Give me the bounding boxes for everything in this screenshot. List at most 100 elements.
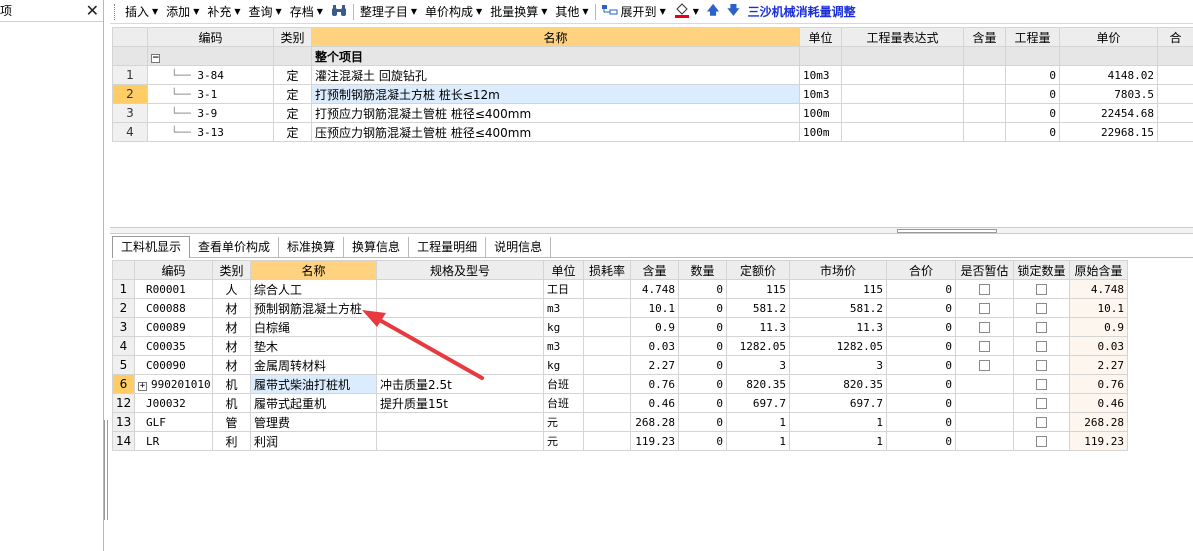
- tab-4[interactable]: 工程量明细: [409, 237, 487, 257]
- resource-code[interactable]: J00032: [134, 393, 213, 413]
- resource-loss-rate[interactable]: [583, 355, 631, 375]
- resource-header-4[interactable]: 单位: [543, 260, 584, 280]
- collapse-icon[interactable]: −: [151, 54, 160, 63]
- lock-cell[interactable]: [1013, 279, 1070, 299]
- expand-icon[interactable]: +: [138, 381, 147, 391]
- resource-content[interactable]: 0.03: [630, 336, 679, 356]
- resource-type[interactable]: 管: [212, 412, 251, 432]
- estimate-cell[interactable]: [955, 374, 1014, 394]
- row-number[interactable]: 3: [112, 317, 135, 337]
- header-unit[interactable]: 单位: [799, 27, 842, 47]
- resource-quota-price[interactable]: 697.7: [726, 393, 790, 413]
- resource-unit[interactable]: m3: [543, 298, 584, 318]
- quota-code[interactable]: └── 3-9: [147, 103, 274, 123]
- lock-quantity-checkbox[interactable]: [1036, 360, 1047, 371]
- resource-quota-price[interactable]: 820.35: [726, 374, 790, 394]
- resource-code[interactable]: C00090: [134, 355, 213, 375]
- resource-header-2[interactable]: 名称: [250, 260, 377, 280]
- quota-code[interactable]: └── 3-1: [147, 84, 274, 104]
- resource-quota-price[interactable]: 581.2: [726, 298, 790, 318]
- quota-total[interactable]: [1157, 84, 1193, 104]
- resource-content[interactable]: 10.1: [630, 298, 679, 318]
- resource-unit[interactable]: 台班: [543, 393, 584, 413]
- quota-row[interactable]: 4 └── 3-13 定压预应力钢筋混凝土管桩 桩径≤400mm 100m 0 2296…: [112, 122, 1193, 142]
- resource-original-content[interactable]: 10.1: [1069, 298, 1128, 318]
- resource-spec[interactable]: [376, 412, 544, 432]
- tab-2[interactable]: 标准换算: [279, 237, 345, 257]
- quota-type[interactable]: 定: [273, 65, 312, 85]
- resource-header-12[interactable]: 锁定数量: [1013, 260, 1070, 280]
- tab-0[interactable]: 工料机显示: [112, 236, 191, 258]
- resource-market-price[interactable]: 1: [789, 412, 887, 432]
- resource-total[interactable]: 0: [886, 412, 956, 432]
- resource-header-5[interactable]: 损耗率: [583, 260, 631, 280]
- header-expression[interactable]: 工程量表达式: [841, 27, 964, 47]
- quota-unit-price[interactable]: 7803.5: [1059, 84, 1158, 104]
- paint-bucket-button[interactable]: ▼: [670, 1, 703, 23]
- resource-quantity[interactable]: 0: [678, 393, 727, 413]
- resource-content[interactable]: 2.27: [630, 355, 679, 375]
- resource-code[interactable]: C00035: [134, 336, 213, 356]
- resource-spec[interactable]: [376, 279, 544, 299]
- resource-header-10[interactable]: 合价: [886, 260, 956, 280]
- resource-name[interactable]: 利润: [250, 431, 377, 451]
- resource-spec[interactable]: [376, 431, 544, 451]
- lock-quantity-checkbox[interactable]: [1036, 322, 1047, 333]
- resource-code[interactable]: C00089: [134, 317, 213, 337]
- resource-code[interactable]: C00088: [134, 298, 213, 318]
- quota-expression[interactable]: [841, 84, 964, 104]
- quota-expression[interactable]: [841, 103, 964, 123]
- batch-convert-menu[interactable]: 批量换算 ▼: [486, 1, 551, 23]
- quota-type[interactable]: 定: [273, 122, 312, 142]
- resource-content[interactable]: 119.23: [630, 431, 679, 451]
- resource-original-content[interactable]: 0.46: [1069, 393, 1128, 413]
- estimate-cell[interactable]: [955, 412, 1014, 432]
- resource-loss-rate[interactable]: [583, 374, 631, 394]
- quota-unit[interactable]: 100m: [799, 103, 842, 123]
- quota-row[interactable]: 2 └── 3-1 定打预制钢筋混凝土方桩 桩长≤12m 10m3 0 7803.5: [112, 84, 1193, 104]
- header-name[interactable]: 名称: [311, 27, 800, 47]
- resource-code[interactable]: LR: [134, 431, 213, 451]
- resource-original-content[interactable]: 268.28: [1069, 412, 1128, 432]
- row-number[interactable]: 6: [112, 374, 135, 394]
- resource-spec[interactable]: [376, 336, 544, 356]
- resource-spec[interactable]: [376, 298, 544, 318]
- header-content[interactable]: 含量: [963, 27, 1006, 47]
- resource-row[interactable]: 6 +990201010 机履带式柴油打桩机 冲击质量2.5t 台班 0.76 0 820.3…: [112, 374, 1128, 394]
- quota-expression[interactable]: [841, 65, 964, 85]
- collapse-cell[interactable]: −: [147, 46, 274, 66]
- quota-unit[interactable]: 10m3: [799, 65, 842, 85]
- estimate-cell[interactable]: [955, 317, 1014, 337]
- resource-original-content[interactable]: 2.27: [1069, 355, 1128, 375]
- resource-loss-rate[interactable]: [583, 317, 631, 337]
- quota-name[interactable]: 打预制钢筋混凝土方桩 桩长≤12m: [311, 84, 800, 104]
- resource-type[interactable]: 机: [212, 393, 251, 413]
- resource-original-content[interactable]: 0.9: [1069, 317, 1128, 337]
- resource-row[interactable]: 14 LR 利利润元 119.23 0 1 1 0 119.23: [112, 431, 1128, 451]
- vertical-splitter-grip[interactable]: [104, 420, 108, 520]
- resource-market-price[interactable]: 581.2: [789, 298, 887, 318]
- resource-type[interactable]: 材: [212, 355, 251, 375]
- resource-quota-price[interactable]: 1282.05: [726, 336, 790, 356]
- resource-unit[interactable]: m3: [543, 336, 584, 356]
- resource-name[interactable]: 履带式起重机: [250, 393, 377, 413]
- row-number[interactable]: 2: [112, 84, 148, 104]
- resource-total[interactable]: 0: [886, 393, 956, 413]
- estimate-cell[interactable]: [955, 355, 1014, 375]
- lock-cell[interactable]: [1013, 393, 1070, 413]
- row-number[interactable]: 12: [112, 393, 135, 413]
- header-type[interactable]: 类别: [273, 27, 312, 47]
- row-number[interactable]: 4: [112, 122, 148, 142]
- expand-to-menu[interactable]: 展开到 ▼: [598, 1, 670, 23]
- lock-cell[interactable]: [1013, 412, 1070, 432]
- quota-quantity[interactable]: 0: [1005, 103, 1060, 123]
- lock-cell[interactable]: [1013, 336, 1070, 356]
- tab-3[interactable]: 换算信息: [344, 237, 410, 257]
- resource-quota-price[interactable]: 115: [726, 279, 790, 299]
- resource-original-content[interactable]: 0.76: [1069, 374, 1128, 394]
- resource-loss-rate[interactable]: [583, 393, 631, 413]
- resource-content[interactable]: 0.46: [630, 393, 679, 413]
- resource-header-0[interactable]: 编码: [134, 260, 213, 280]
- quota-unit[interactable]: 10m3: [799, 84, 842, 104]
- resource-quantity[interactable]: 0: [678, 431, 727, 451]
